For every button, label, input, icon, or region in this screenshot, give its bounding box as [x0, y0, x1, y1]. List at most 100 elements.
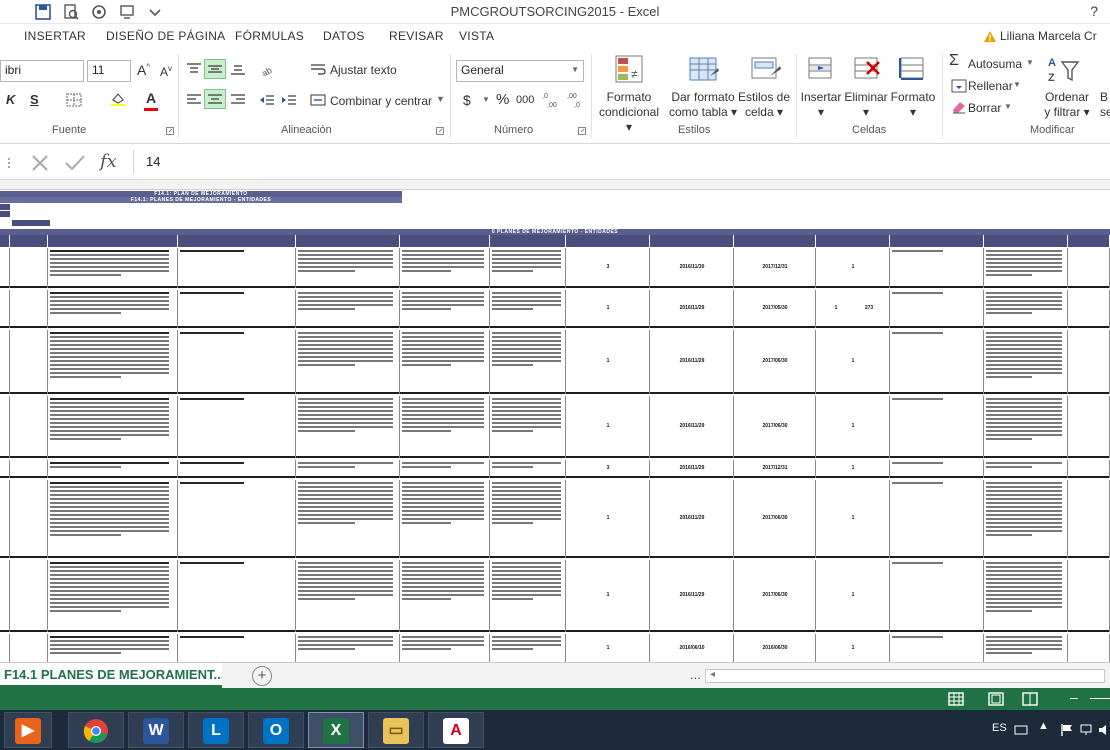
table-cell[interactable] [890, 290, 984, 328]
cancel-entry-icon[interactable] [30, 154, 50, 172]
table-cell[interactable] [890, 634, 984, 662]
table-cell[interactable] [10, 460, 48, 478]
table-cell[interactable] [400, 396, 490, 458]
table-cell[interactable] [48, 460, 178, 478]
table-cell[interactable] [1068, 480, 1110, 558]
table-cell[interactable] [890, 248, 984, 288]
table-cell[interactable] [490, 560, 566, 632]
column-headers[interactable] [0, 180, 1110, 190]
taskbar-lync[interactable]: L [188, 712, 244, 748]
table-cell[interactable] [984, 634, 1068, 662]
tab-insertar[interactable]: INSERTAR [24, 29, 86, 43]
table-cell[interactable] [1068, 634, 1110, 662]
taskbar-file-explorer[interactable]: ▭ [368, 712, 424, 748]
table-cell[interactable] [178, 634, 296, 662]
table-cell[interactable] [984, 290, 1068, 328]
user-name[interactable]: Liliana Marcela Cr [1000, 29, 1097, 43]
confirm-entry-icon[interactable] [64, 154, 86, 172]
font-size-box[interactable]: 11 [87, 60, 131, 82]
increase-decimal-icon[interactable]: ,0,00 [541, 91, 561, 109]
table-cell[interactable] [400, 634, 490, 662]
cell-styles-button[interactable]: Estilos de celda ▾ [736, 90, 792, 120]
table-row[interactable]: 1 2016/11/29 2017/05/30 1 273 [0, 290, 1110, 328]
table-cell[interactable] [48, 560, 178, 632]
autosum-button[interactable]: Autosuma [968, 57, 1022, 71]
tab-vista[interactable]: VISTA [459, 29, 494, 43]
table-cell[interactable] [178, 396, 296, 458]
align-top-icon[interactable] [186, 62, 202, 76]
font-name-box[interactable]: ibri [0, 60, 84, 82]
table-cell[interactable] [890, 560, 984, 632]
table-cell[interactable] [296, 460, 400, 478]
font-dialog-launcher-icon[interactable] [166, 127, 174, 135]
conditional-format-button[interactable]: Formato condicional ▾ [596, 90, 662, 135]
table-cell[interactable] [984, 330, 1068, 394]
table-cell[interactable] [984, 248, 1068, 288]
table-cell[interactable] [400, 480, 490, 558]
table-cell[interactable] [0, 396, 10, 458]
table-cell[interactable] [1068, 396, 1110, 458]
insert-cells-button[interactable]: Insertar ▾ [798, 90, 844, 120]
format-cells-button[interactable]: Formato ▾ [888, 90, 938, 120]
table-cell[interactable] [296, 330, 400, 394]
table-cell[interactable] [0, 634, 10, 662]
table-cell[interactable] [178, 480, 296, 558]
volume-icon[interactable] [1098, 723, 1110, 737]
table-cell[interactable] [178, 290, 296, 328]
zoom-slider[interactable] [1090, 698, 1110, 699]
align-right-icon[interactable] [230, 93, 246, 107]
horizontal-scrollbar[interactable]: ◂ [705, 669, 1105, 683]
table-cell[interactable] [400, 560, 490, 632]
table-cell[interactable] [890, 480, 984, 558]
table-row[interactable]: 1 2016/11/29 2017/06/30 1 [0, 560, 1110, 632]
table-cell[interactable] [400, 290, 490, 328]
tray-expand-icon[interactable]: ▲ [1038, 720, 1049, 732]
sort-filter-button[interactable]: Ordenar y filtrar ▾ [1040, 90, 1094, 120]
scroll-left-icon[interactable]: ◂ [710, 669, 715, 680]
table-cell[interactable] [296, 396, 400, 458]
tab-datos[interactable]: DATOS [323, 29, 365, 43]
table-cell[interactable] [48, 248, 178, 288]
taskbar-media-player[interactable]: ▶ [4, 712, 52, 748]
increase-indent-icon[interactable] [281, 93, 297, 107]
table-cell[interactable] [296, 290, 400, 328]
flag-icon[interactable] [1060, 723, 1074, 737]
shrink-font-button[interactable]: Av [160, 64, 172, 79]
insert-function-button[interactable]: fx [100, 151, 117, 172]
table-cell[interactable] [10, 560, 48, 632]
table-cell[interactable] [890, 460, 984, 478]
help-button[interactable]: ? [1090, 3, 1098, 19]
table-cell[interactable] [48, 396, 178, 458]
taskbar-acrobat[interactable]: A [428, 712, 484, 748]
worksheet-grid[interactable]: F14.1: PLAN DE MEJORAMIENTO F14.1: PLANE… [0, 180, 1110, 662]
table-cell[interactable] [490, 634, 566, 662]
table-cell[interactable] [296, 634, 400, 662]
table-cell[interactable] [1068, 290, 1110, 328]
table-cell[interactable] [10, 290, 48, 328]
table-cell[interactable] [10, 396, 48, 458]
table-cell[interactable] [296, 248, 400, 288]
alignment-dialog-launcher-icon[interactable] [436, 127, 444, 135]
zoom-out-button[interactable]: – [1070, 689, 1078, 705]
table-cell[interactable] [10, 248, 48, 288]
decrease-decimal-icon[interactable]: ,00,0 [566, 91, 586, 109]
number-dialog-launcher-icon[interactable] [578, 127, 586, 135]
table-cell[interactable] [178, 460, 296, 478]
fill-dropdown-icon[interactable]: ▼ [1013, 80, 1021, 89]
table-cell[interactable] [178, 330, 296, 394]
font-color-button[interactable]: A [146, 90, 156, 106]
table-cell[interactable] [296, 480, 400, 558]
table-cell[interactable] [296, 560, 400, 632]
table-cell[interactable] [0, 460, 10, 478]
table-row[interactable]: 1 2016/11/29 2017/06/30 1 [0, 396, 1110, 458]
table-row[interactable]: 3 2016/11/29 2017/12/31 1 [0, 460, 1110, 478]
table-cell[interactable] [178, 248, 296, 288]
table-cell[interactable] [1068, 560, 1110, 632]
fill-color-icon[interactable] [110, 92, 126, 106]
clear-dropdown-icon[interactable]: ▼ [1004, 102, 1012, 111]
table-cell[interactable] [1068, 330, 1110, 394]
table-cell[interactable] [1068, 248, 1110, 288]
table-row[interactable]: 1 2016/11/29 2017/06/30 1 [0, 480, 1110, 558]
borders-icon[interactable] [66, 93, 82, 107]
underline-button[interactable]: S [30, 92, 39, 107]
